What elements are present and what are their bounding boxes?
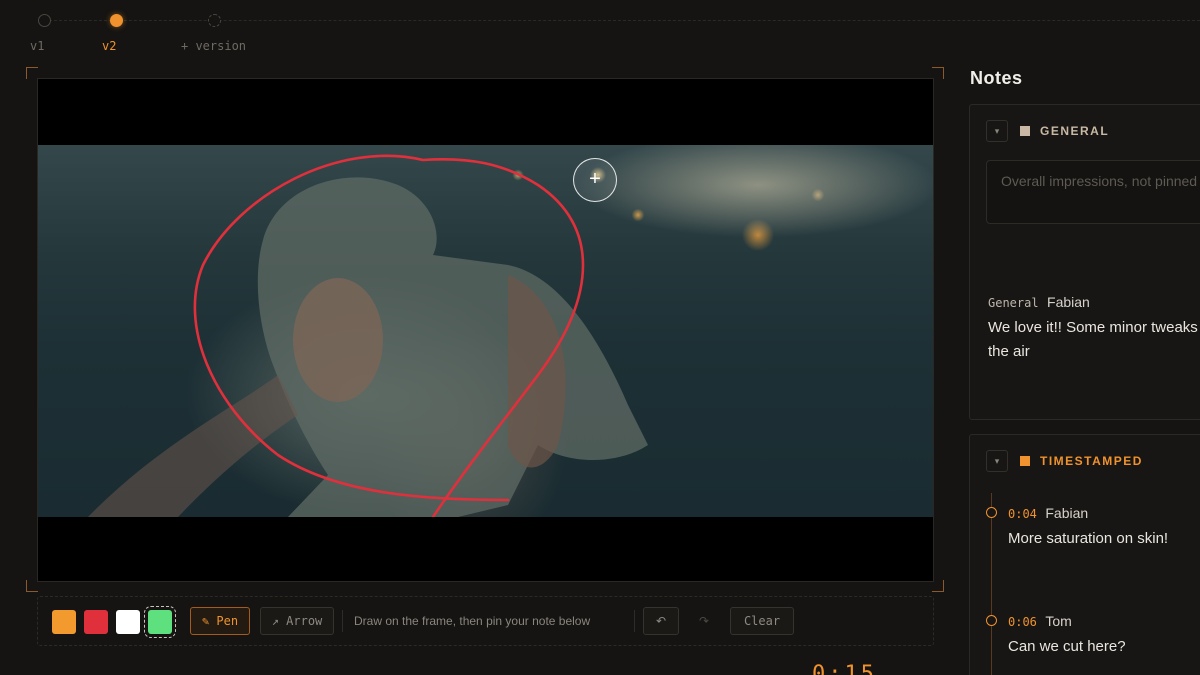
timestamp-note-text: More saturation on skin!	[1008, 530, 1169, 547]
general-comment-meta: General Fabian	[988, 294, 1090, 312]
clear-button[interactable]: Clear	[730, 607, 794, 635]
version-label: + version	[181, 39, 247, 53]
version-dot	[38, 14, 51, 27]
timestamp-rail	[991, 493, 992, 675]
note-timestamp[interactable]: 0:06	[1008, 615, 1037, 629]
version-label: v2	[102, 39, 117, 53]
general-label: GENERAL	[1040, 124, 1110, 138]
timestamp-note-text: Can we cut here?	[1008, 638, 1126, 655]
video-frame[interactable]: +	[38, 145, 933, 517]
video-player[interactable]: +	[37, 78, 934, 582]
frame-illustration	[88, 154, 648, 517]
toolbar-divider	[342, 610, 343, 632]
undo-button[interactable]: ↶	[643, 607, 679, 635]
playback-timecode: 0:15	[812, 662, 877, 675]
note-timestamp[interactable]: 0:04	[1008, 507, 1037, 521]
version-label: v1	[30, 39, 45, 53]
general-comment-text: We love it!! Some minor tweaks to the ai…	[988, 319, 1200, 360]
color-swatch-orange[interactable]	[52, 610, 76, 634]
crosshair-cursor-icon: +	[573, 158, 617, 202]
color-swatch-red[interactable]	[84, 610, 108, 634]
comment-tag: General	[988, 296, 1039, 310]
notes-title: Notes	[970, 68, 1023, 88]
version-timeline: v1 v2 + version	[0, 0, 1200, 60]
version-node-v1[interactable]: v1	[30, 14, 51, 53]
note-author: Fabian	[1045, 505, 1089, 521]
color-swatch-white[interactable]	[116, 610, 140, 634]
timestamp-pin-icon[interactable]	[986, 507, 997, 518]
timestamp-pin-icon[interactable]	[986, 615, 997, 626]
timestamped-notes-card: ▾ TIMESTAMPED 0:04 Fabian More saturatio…	[969, 434, 1200, 675]
timestamp-note-meta[interactable]: 0:04 Fabian	[1008, 505, 1088, 523]
chevron-down-icon[interactable]: ▾	[986, 450, 1008, 472]
version-dot	[208, 14, 221, 27]
version-dot	[110, 14, 123, 27]
redo-button[interactable]: ↷	[686, 607, 722, 635]
timestamped-label: TIMESTAMPED	[1040, 454, 1143, 468]
pen-tool-button[interactable]: ✎ Pen	[190, 607, 250, 635]
timestamp-note-meta[interactable]: 0:06 Tom	[1008, 613, 1072, 631]
drawing-toolbar: ✎ Pen ↗ Arrow Draw on the frame, then pi…	[37, 596, 934, 646]
figure-face	[293, 278, 383, 402]
comment-author: Fabian	[1047, 294, 1090, 310]
toolbar-divider	[634, 610, 635, 632]
chevron-down-icon[interactable]: ▾	[986, 120, 1008, 142]
color-swatch-green[interactable]	[144, 606, 176, 638]
note-author: Tom	[1045, 613, 1072, 629]
arrow-tool-button[interactable]: ↗ Arrow	[260, 607, 334, 635]
version-node-v2[interactable]: v2	[102, 14, 123, 53]
timestamped-square-icon	[1020, 456, 1030, 466]
drawing-hint: Draw on the frame, then pin your note be…	[354, 614, 591, 628]
general-notes-card: ▾ GENERAL Overall impressions, not pinne…	[969, 104, 1200, 420]
add-version-button[interactable]: + version	[181, 14, 246, 53]
general-note-input[interactable]: Overall impressions, not pinned to a tim…	[986, 160, 1200, 224]
general-square-icon	[1020, 126, 1030, 136]
